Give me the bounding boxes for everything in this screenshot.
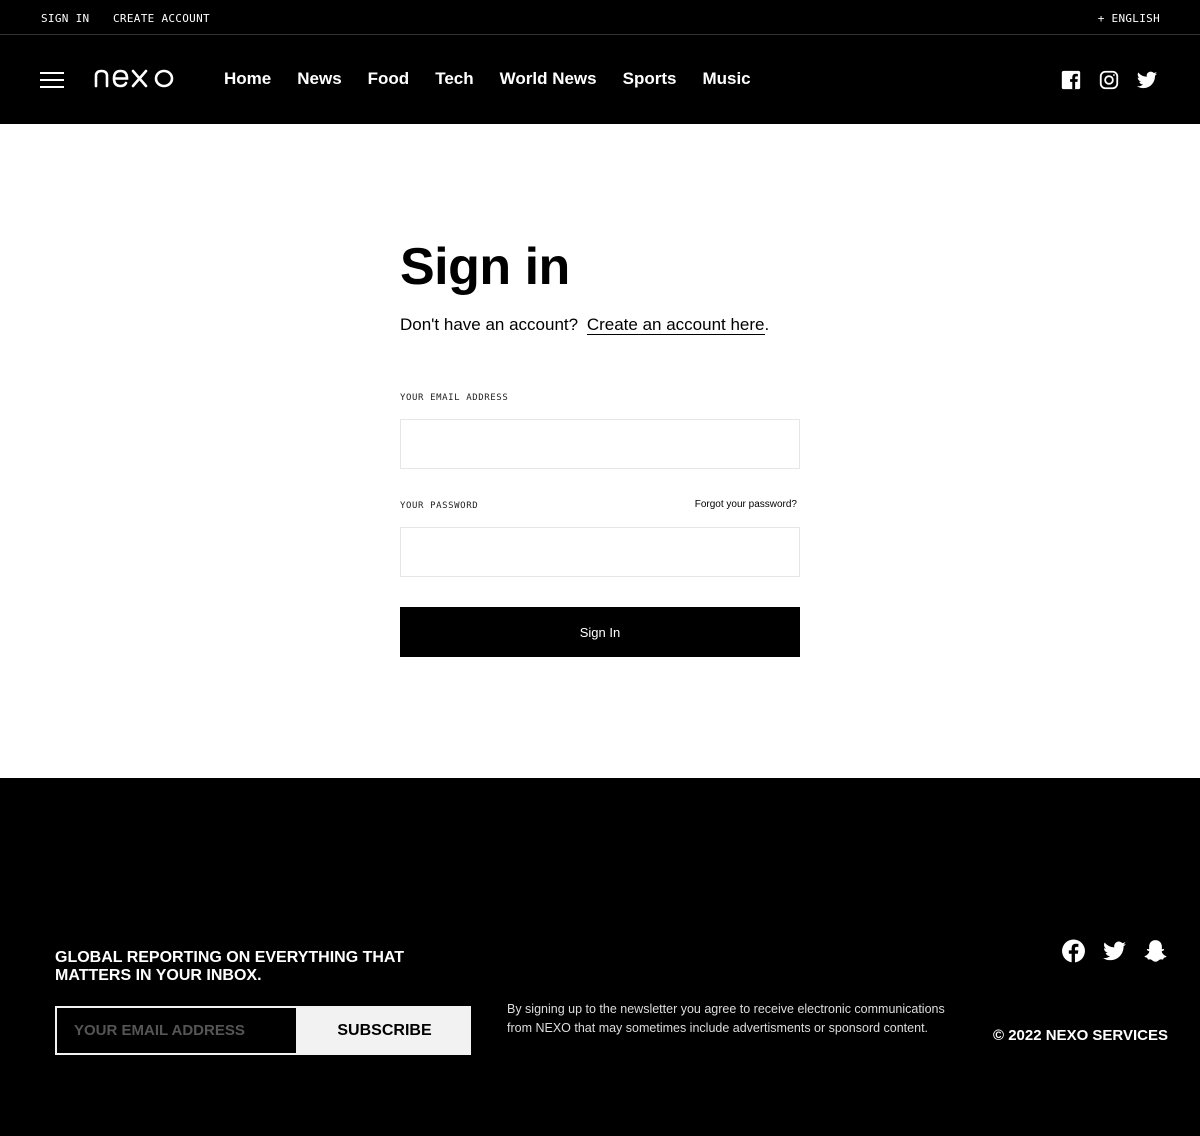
forgot-password-link[interactable]: Forgot your password? [695, 499, 797, 510]
nav-links: Home News Food Tech World News Sports Mu… [224, 69, 777, 89]
footer-social-links [1045, 938, 1168, 964]
twitter-icon[interactable] [1102, 938, 1127, 964]
facebook-icon[interactable] [1060, 69, 1082, 91]
nav-link-food[interactable]: Food [368, 69, 410, 89]
no-account-text: Don't have an account? [400, 315, 579, 334]
copyright: © 2022 NEXO SERVICES [992, 1027, 1168, 1044]
nav-link-tech[interactable]: Tech [435, 69, 473, 89]
top-sign-in-link[interactable]: SIGN IN [41, 12, 89, 25]
nav-link-world-news[interactable]: World News [500, 69, 597, 89]
sign-in-form: Sign in Don't have an account? Create an… [400, 236, 800, 657]
instagram-icon[interactable] [1098, 69, 1120, 91]
main-nav: Home News Food Tech World News Sports Mu… [0, 35, 1200, 124]
newsletter-form: SUBSCRIBE [55, 1006, 471, 1055]
subscribe-button[interactable]: SUBSCRIBE [298, 1006, 471, 1055]
create-account-prompt: Don't have an account? Create an account… [400, 314, 800, 336]
newsletter-disclaimer: By signing up to the newsletter you agre… [507, 1002, 945, 1035]
nav-link-news[interactable]: News [297, 69, 341, 89]
page-title: Sign in [400, 238, 570, 296]
twitter-icon[interactable] [1136, 69, 1158, 91]
language-selector[interactable]: + ENGLISH [1098, 12, 1160, 25]
password-label: YOUR PASSWORD [400, 501, 479, 511]
nav-link-sports[interactable]: Sports [623, 69, 677, 89]
nexo-logo[interactable] [94, 65, 178, 91]
create-account-link[interactable]: Create an account here [586, 315, 765, 335]
password-field[interactable] [400, 527, 800, 577]
email-field[interactable] [400, 419, 800, 469]
top-create-account-link[interactable]: CREATE ACCOUNT [113, 12, 210, 25]
facebook-icon[interactable] [1061, 938, 1086, 964]
nav-link-music[interactable]: Music [702, 69, 750, 89]
prompt-period: . [764, 315, 770, 334]
top-bar: SIGN IN CREATE ACCOUNT + ENGLISH [0, 0, 1200, 35]
email-label: YOUR EMAIL ADDRESS [400, 393, 509, 403]
menu-icon[interactable] [40, 72, 64, 88]
snapchat-icon[interactable] [1143, 938, 1168, 964]
header-social-links [1044, 69, 1158, 91]
footer: GLOBAL REPORTING ON EVERYTHING THAT MATT… [0, 778, 1200, 1136]
newsletter-headline: GLOBAL REPORTING ON EVERYTHING THAT MATT… [55, 949, 405, 984]
sign-in-button[interactable]: Sign In [400, 607, 800, 657]
newsletter-email-input[interactable] [55, 1006, 298, 1055]
nav-link-home[interactable]: Home [224, 69, 271, 89]
